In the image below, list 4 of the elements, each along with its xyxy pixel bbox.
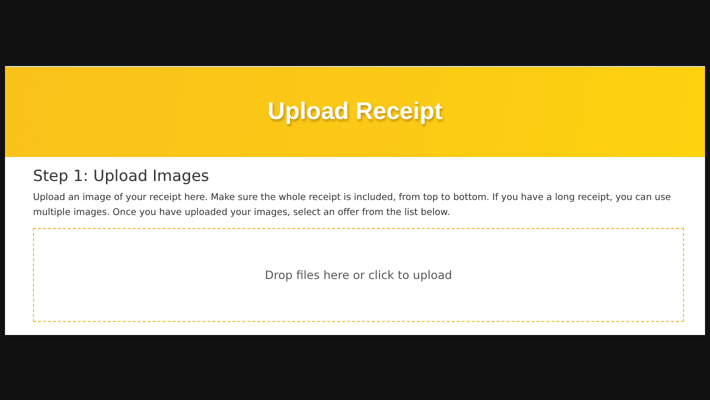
page-title: Upload Receipt	[268, 98, 442, 126]
file-dropzone[interactable]: Drop files here or click to upload	[33, 228, 684, 322]
step-heading: Step 1: Upload Images	[33, 167, 210, 185]
step-description: Upload an image of your receipt here. Make sure the whole receipt is included, from top to bottom. If you have a long receipt, you can use multiple images. Once you have uploaded your images, select an offer from the list below.	[33, 191, 672, 220]
